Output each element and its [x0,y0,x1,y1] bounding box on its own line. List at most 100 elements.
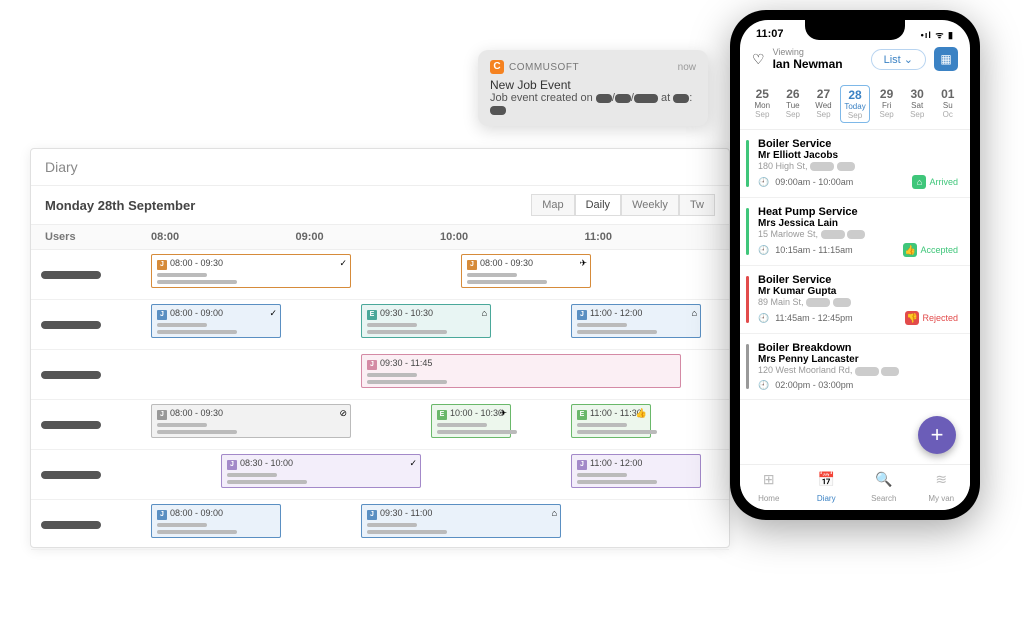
tab-label: Search [871,494,896,503]
job-title: Boiler Breakdown [758,342,958,354]
phone-notch [805,20,905,40]
job-person: Mrs Penny Lancaster [758,354,958,365]
event-time: 08:00 - 09:00 [170,308,223,318]
diary-row: J08:00 - 09:00J09:30 - 11:00⌂ [31,500,729,550]
event-box[interactable]: J08:00 - 09:00✓ [151,304,281,338]
event-time: 09:30 - 11:00 [380,508,432,518]
status-icon: ⌂ [912,175,926,189]
diary-row: J08:00 - 09:30✓ J08:00 - 09:30✈ [31,250,729,300]
job-item[interactable]: Boiler BreakdownMrs Penny Lancaster120 W… [740,334,970,399]
heart-icon[interactable]: ♡ [752,51,765,68]
event-tag: J [157,410,167,420]
clock-icon: 🕘 [758,380,769,391]
notif-body: Job event created on // at : [490,92,696,116]
event-status-icon: ⌂ [552,508,557,518]
viewing-block[interactable]: Viewing Ian Newman [773,47,863,71]
event-tag: J [157,510,167,520]
job-item[interactable]: Boiler ServiceMr Kumar Gupta89 Main St, … [740,266,970,334]
event-box[interactable]: E10:00 - 10:30✈ [431,404,511,438]
job-title: Heat Pump Service [758,206,958,218]
event-box[interactable]: J08:30 - 10:00✓ [221,454,421,488]
tab-diary[interactable]: 📅Diary [798,465,856,510]
status-icon: 👎 [905,311,919,325]
event-tag: J [367,360,377,370]
job-time: 02:00pm - 03:00pm [775,380,853,390]
event-box[interactable]: J09:30 - 11:00 ⌂ [361,504,561,538]
job-address: 180 High St, [758,161,958,171]
user-name-placeholder [41,321,101,329]
user-cell [31,450,151,499]
tab-weekly[interactable]: Weekly [621,194,679,216]
event-box[interactable]: E11:00 - 11:30👍 [571,404,651,438]
events-cell: J08:00 - 09:00✓E09:30 - 10:30⌂J11:00 - 1… [151,300,729,349]
diary-row: J08:00 - 09:00✓E09:30 - 10:30⌂J11:00 - 1… [31,300,729,350]
tab-map[interactable]: Map [531,194,574,216]
date-cell[interactable]: 29FriSep [872,85,901,123]
event-box[interactable]: E09:30 - 10:30⌂ [361,304,491,338]
date-cell[interactable]: 25MonSep [748,85,777,123]
tab-two[interactable]: Tw [679,194,715,216]
job-list[interactable]: Boiler Service Mr Elliott Jacobs180 High … [740,130,970,460]
status-time: 11:07 [756,28,784,41]
viewing-label: Viewing [773,47,863,57]
notif-body-mid: at [661,92,670,104]
event-box[interactable]: J08:00 - 09:30✓ [151,254,351,288]
user-name-placeholder [41,371,101,379]
clock-icon: 🕘 [758,313,769,324]
event-box[interactable]: J09:30 - 11:45 [361,354,681,388]
event-status-icon: ✓ [409,458,417,469]
status-icons: •ıl ᯤ ▮ [921,28,954,41]
time-1100: 11:00 [585,231,730,243]
user-name-placeholder [41,421,101,429]
user-cell [31,500,151,549]
event-box[interactable]: J11:00 - 12:00⌂ [571,304,701,338]
tab-home[interactable]: ⊞Home [740,465,798,510]
event-tag: E [437,410,447,420]
notif-body-prefix: Job event created on [490,92,593,104]
diary-row: J08:00 - 09:30⊘ E10:00 - 10:30✈ E11:00 - 1… [31,400,729,450]
event-tag: J [577,460,587,470]
event-time: 08:00 - 09:00 [170,508,223,518]
user-cell [31,250,151,299]
list-toggle[interactable]: List ⌄ [871,49,926,70]
tab-label: My van [928,494,954,503]
event-box[interactable]: J08:00 - 09:30⊘ [151,404,351,438]
time-0900: 09:00 [296,231,441,243]
tab-daily[interactable]: Daily [575,194,621,216]
notification-popup[interactable]: C COMMUSOFT now New Job Event Job event … [478,50,708,126]
status-badge: 👍Accepted [903,243,958,257]
date-cell[interactable]: 01SuOc [933,85,962,123]
user-cell [31,350,151,399]
clock-icon: 🕘 [758,177,769,188]
date-cell[interactable]: 26TueSep [779,85,808,123]
job-address: 15 Marlowe St, [758,229,958,239]
diary-title: Diary [31,149,729,186]
phone-frame: 11:07 •ıl ᯤ ▮ ♡ Viewing Ian Newman List … [730,10,980,520]
event-tag: J [367,510,377,520]
event-time: 09:30 - 10:30 [380,308,433,318]
job-title: Boiler Service [758,274,958,286]
job-item[interactable]: Heat Pump ServiceMrs Jessica Lain15 Marl… [740,198,970,266]
user-name-placeholder [41,521,101,529]
event-time: 08:00 - 09:30 [480,258,533,268]
date-cell[interactable]: 27WedSep [809,85,838,123]
job-person: Mr Elliott Jacobs [758,150,958,161]
event-status-icon: ⌂ [482,308,487,318]
event-box[interactable]: J11:00 - 12:00 [571,454,701,488]
calendar-button[interactable]: ▦ [934,47,958,71]
tab-my-van[interactable]: ≋My van [913,465,971,510]
add-fab-button[interactable]: + [918,416,956,454]
event-box[interactable]: J08:00 - 09:00 [151,504,281,538]
event-tag: E [577,410,587,420]
event-box[interactable]: J08:00 - 09:30✈ [461,254,591,288]
date-cell[interactable]: 28TodaySep [840,85,871,123]
clock-icon: 🕘 [758,245,769,256]
tab-icon: ⊞ [740,471,798,488]
event-status-icon: ⊘ [339,408,347,419]
job-item[interactable]: Boiler ServiceMr Elliott Jacobs180 High … [740,130,970,198]
date-cell[interactable]: 30SatSep [903,85,932,123]
viewing-name: Ian Newman [773,57,863,71]
notif-app-name: COMMUSOFT [509,62,579,73]
status-badge: ⌂Arrived [912,175,958,189]
tab-search[interactable]: 🔍Search [855,465,913,510]
